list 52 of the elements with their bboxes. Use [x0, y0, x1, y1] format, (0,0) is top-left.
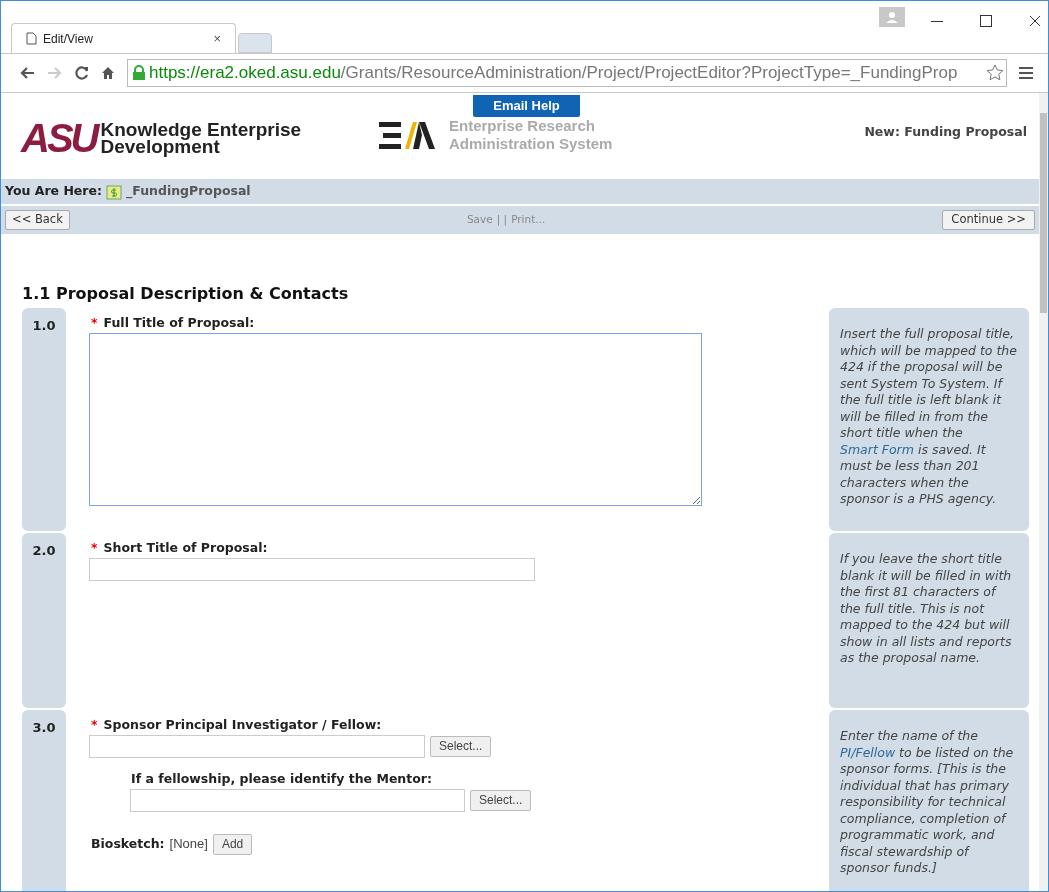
asu-logo: ASU — [21, 118, 97, 158]
menu-icon[interactable] — [1019, 67, 1033, 79]
help-text: If you leave the short title blank it will be filled in with the first 81 characters of the full title. This is not mapped to the 424 but will show in all lists and reports as the proposal name. — [829, 533, 1029, 708]
field-label: Biosketch: — [91, 834, 165, 853]
row-number: 1.0 — [22, 308, 66, 531]
required-marker: * — [91, 314, 98, 332]
select-button[interactable]: Select... — [470, 789, 532, 811]
add-button[interactable]: Add — [212, 833, 253, 855]
minimize-icon[interactable] — [931, 21, 943, 23]
home-icon[interactable] — [101, 66, 115, 80]
star-icon[interactable] — [986, 64, 1004, 82]
reload-icon[interactable] — [75, 66, 89, 80]
scrollbar[interactable] — [1039, 93, 1048, 891]
section-title: 1.1 Proposal Description & Contacts — [22, 283, 350, 305]
back-button[interactable]: << Back — [5, 210, 70, 230]
text-input[interactable] — [130, 788, 465, 812]
separator: | | — [496, 212, 508, 228]
page-icon — [26, 32, 37, 45]
address-bar[interactable]: https://era2.oked.asu.edu/Grants/ResourceAdministration/Project/ProjectEditor?ProjectType=_FundingProp — [127, 59, 1007, 87]
back-arrow-icon[interactable] — [19, 66, 35, 80]
maximize-icon[interactable] — [980, 15, 992, 27]
attachment-value: [None] — [169, 835, 208, 854]
breadcrumb-link[interactable]: _FundingProposal — [126, 182, 251, 201]
field-label: Short Title of Proposal: — [103, 539, 268, 557]
browser-tab[interactable]: Edit/View × — [11, 23, 236, 53]
url-host: https://era2.oked.asu.edu — [149, 62, 341, 85]
help-text: Enter the name of the PI/Fellow to be listed on the sponsor forms. [This is the individual that has primary responsibility for technical compliance, completion of programmatic work, and fiscal stewardship of sponsor funds.] — [829, 710, 1029, 891]
money-icon — [106, 183, 122, 200]
close-icon[interactable] — [1029, 15, 1041, 27]
field-label: If a fellowship, please identify the Mentor: — [131, 769, 432, 788]
help-text: Insert the full proposal title, which will be mapped to the 424 if the proposal will be sent System To System. If the full title is left blank it will be filled in from the short title when the Smart Form is saved. It must be less than 201 characters when the sponsor is a PHS agency. — [829, 308, 1029, 531]
breadcrumb-label: You Are Here: — [5, 182, 102, 201]
text-input[interactable] — [89, 734, 425, 758]
system-name: Enterprise Research Administration System — [449, 117, 614, 153]
help-link[interactable]: PI/Fellow — [840, 744, 896, 760]
row-number: 3.0 — [22, 710, 66, 891]
lock-icon — [132, 65, 146, 81]
required-marker: * — [91, 539, 98, 557]
tab-close-button[interactable]: × — [213, 28, 221, 49]
select-button[interactable]: Select... — [430, 735, 492, 757]
field-label: Full Title of Proposal: — [103, 314, 255, 332]
required-marker: * — [91, 716, 98, 734]
continue-button[interactable]: Continue >> — [942, 210, 1035, 230]
tab-title: Edit/View — [43, 30, 94, 48]
row-number: 2.0 — [22, 533, 66, 708]
organization-name: Knowledge Enterprise Development — [100, 121, 303, 155]
text-input[interactable] — [89, 557, 535, 581]
page-title: New: Funding Proposal — [864, 123, 1027, 141]
help-link[interactable]: Smart Form — [840, 441, 914, 457]
email-help-button[interactable]: Email Help — [473, 95, 580, 117]
url-path: /Grants/ResourceAdministration/Project/ProjectEditor?ProjectType=_FundingProp — [340, 62, 958, 85]
field-label: Sponsor Principal Investigator / Fellow: — [103, 716, 382, 734]
